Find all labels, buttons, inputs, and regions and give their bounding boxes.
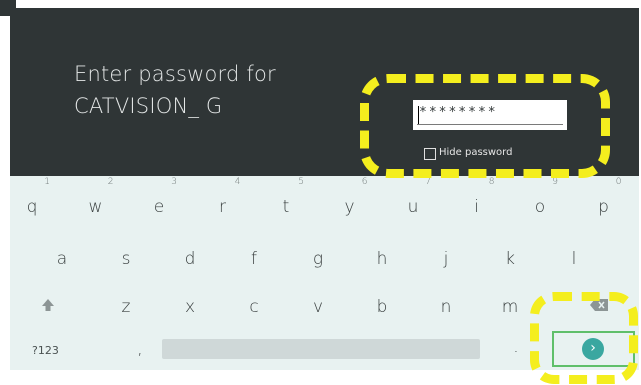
key-b[interactable]: b bbox=[362, 288, 402, 326]
key-o[interactable]: o9 bbox=[520, 177, 560, 226]
key-m[interactable]: m bbox=[490, 288, 530, 326]
enter-highlight bbox=[530, 292, 638, 384]
comma-key[interactable]: , bbox=[120, 330, 160, 368]
key-x[interactable]: x bbox=[170, 288, 210, 326]
key-w[interactable]: w2 bbox=[76, 177, 116, 226]
key-hint: 4 bbox=[234, 177, 241, 187]
key-z[interactable]: z bbox=[106, 288, 146, 326]
key-j[interactable]: j bbox=[426, 240, 466, 278]
key-e[interactable]: e3 bbox=[139, 177, 179, 226]
key-hint: 6 bbox=[361, 177, 368, 187]
prompt-line-2: CATVISION_ G bbox=[74, 94, 223, 118]
key-g[interactable]: g bbox=[298, 240, 338, 278]
key-r[interactable]: r4 bbox=[203, 177, 243, 226]
key-f[interactable]: f bbox=[234, 240, 274, 278]
key-a[interactable]: a bbox=[42, 240, 82, 278]
key-i[interactable]: i8 bbox=[457, 177, 497, 226]
shift-arrow-icon[interactable] bbox=[41, 298, 55, 312]
key-t[interactable]: t5 bbox=[266, 177, 306, 226]
key-l[interactable]: l bbox=[554, 240, 594, 278]
key-y[interactable]: y6 bbox=[330, 177, 370, 226]
password-highlight bbox=[360, 74, 610, 178]
key-hint: 5 bbox=[298, 177, 304, 187]
key-n[interactable]: n bbox=[426, 288, 466, 326]
key-d[interactable]: d bbox=[170, 240, 210, 278]
key-hint: 1 bbox=[44, 177, 50, 187]
key-u[interactable]: u7 bbox=[393, 177, 433, 226]
key-hint: 2 bbox=[107, 177, 114, 187]
key-hint: 3 bbox=[171, 177, 177, 187]
key-s[interactable]: s bbox=[106, 240, 146, 278]
key-k[interactable]: k bbox=[490, 240, 530, 278]
symbols-key[interactable]: ?123 bbox=[32, 344, 59, 357]
key-h[interactable]: h bbox=[362, 240, 402, 278]
spacebar[interactable] bbox=[162, 339, 480, 359]
key-p[interactable]: p0 bbox=[584, 177, 624, 226]
key-c[interactable]: c bbox=[234, 288, 274, 326]
prompt-line-1: Enter password for bbox=[74, 62, 276, 86]
key-q[interactable]: q1 bbox=[12, 177, 52, 226]
key-v[interactable]: v bbox=[298, 288, 338, 326]
key-hint: 0 bbox=[615, 177, 622, 187]
